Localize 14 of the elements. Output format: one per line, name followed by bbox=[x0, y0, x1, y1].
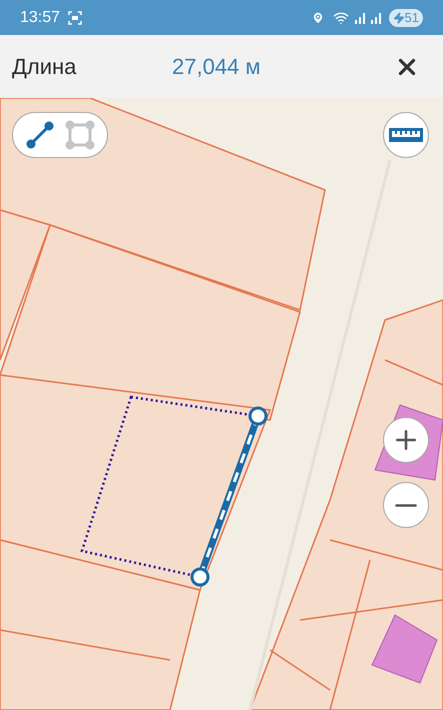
endpoint-handle[interactable] bbox=[248, 406, 268, 426]
line-segment-icon bbox=[25, 120, 55, 150]
screenshot-icon bbox=[68, 10, 82, 24]
location-icon bbox=[310, 10, 325, 24]
measure-value: 27,044 м bbox=[172, 53, 261, 81]
charging-icon bbox=[392, 12, 405, 24]
status-time: 13:57 bbox=[20, 8, 60, 28]
measure-label: Длина bbox=[12, 53, 78, 81]
wifi-icon bbox=[332, 10, 349, 26]
square-outline-icon bbox=[65, 120, 95, 150]
battery-level: 51 bbox=[404, 8, 419, 27]
endpoint-handle[interactable] bbox=[190, 568, 210, 586]
ruler-icon bbox=[389, 128, 423, 142]
minus-icon bbox=[395, 504, 417, 506]
